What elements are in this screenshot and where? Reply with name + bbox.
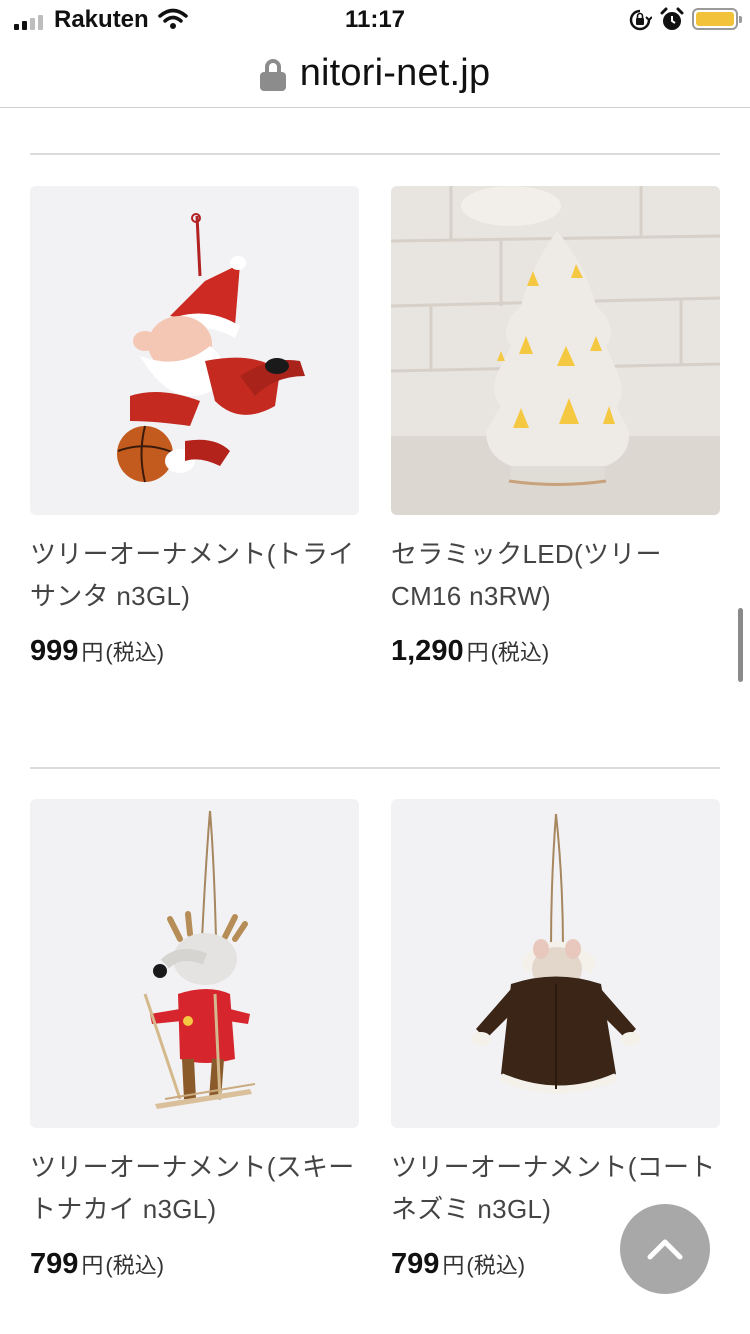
price-row: 1,290 円 (税込) [391,635,720,668]
section-divider [30,767,720,769]
price-row: 999 円 (税込) [30,635,359,668]
orientation-lock-icon [628,8,653,37]
lock-icon [259,58,286,91]
currency-unit: 円 [81,640,104,665]
back-to-top-button[interactable] [620,1204,710,1294]
status-bar: Rakuten 11:17 [0,0,750,40]
price-row: 799 円 (税込) [30,1248,359,1281]
chevron-up-icon [647,1239,683,1260]
currency-unit: 円 [81,1253,104,1278]
product-card[interactable]: ツリーオーナメント(スキートナカイ n3GL) 799 円 (税込) [30,799,359,1281]
tax-note: (税込) [105,1253,165,1278]
product-name[interactable]: ツリーオーナメント(トライサンタ n3GL) [30,533,359,617]
tax-note: (税込) [105,640,165,665]
product-name[interactable]: セラミックLED(ツリー CM16 n3RW) [391,533,720,617]
url-text[interactable]: nitori-net.jp [300,52,491,95]
scrollbar[interactable] [738,608,743,682]
battery-icon [692,8,742,30]
currency-unit: 円 [466,640,489,665]
product-card[interactable]: ツリーオーナメント(トライサンタ n3GL) 999 円 (税込) [30,186,359,668]
section-divider [30,153,720,155]
product-price: 1,290 [391,635,464,667]
address-bar[interactable]: nitori-net.jp [0,40,750,108]
product-price: 799 [30,1248,79,1280]
tax-note: (税込) [466,1253,526,1278]
product-image-ceramic-led-tree[interactable] [391,186,720,515]
tax-note: (税込) [490,640,550,665]
product-price: 799 [391,1248,440,1280]
product-image-coat-mouse-ornament[interactable] [391,799,720,1128]
product-name[interactable]: ツリーオーナメント(スキートナカイ n3GL) [30,1146,359,1230]
product-card[interactable]: セラミックLED(ツリー CM16 n3RW) 1,290 円 (税込) [391,186,720,668]
product-image-santa-ornament[interactable] [30,186,359,515]
product-image-ski-reindeer-ornament[interactable] [30,799,359,1128]
currency-unit: 円 [442,1253,465,1278]
alarm-icon [660,7,684,38]
product-price: 999 [30,635,79,667]
